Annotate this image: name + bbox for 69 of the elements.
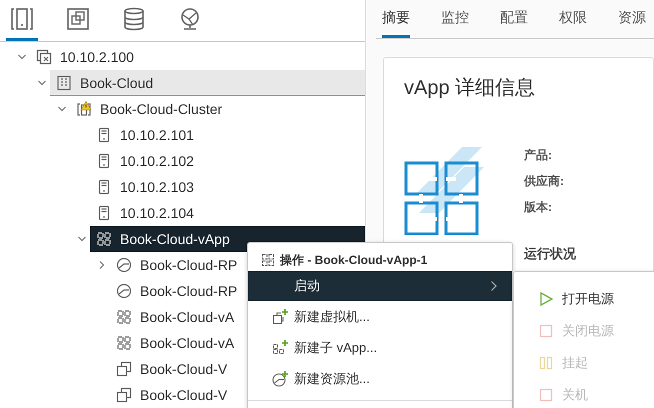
node-label: Book-Cloud-RP (140, 283, 238, 299)
vapp-icon (116, 309, 132, 325)
tree-node[interactable]: Book-Cloud (50, 70, 365, 96)
tab[interactable]: 配置 (500, 9, 528, 38)
menu-item[interactable]: 新建子 vApp... (248, 332, 512, 363)
chevron-icon[interactable] (77, 234, 87, 244)
tree-node[interactable]: 10.10.2.100 (30, 44, 365, 70)
tab[interactable]: 摘要 (382, 9, 410, 38)
node-label: Book-Cloud-vA (140, 309, 234, 325)
chevron-icon[interactable] (97, 260, 107, 270)
server-icon (96, 153, 112, 169)
menu-title: 操作 - Book-Cloud-vApp-1 (280, 252, 428, 268)
vapp-icon (116, 335, 132, 351)
node-label: Book-Cloud-RP (140, 257, 238, 273)
server-icon (96, 127, 112, 143)
storage-icon (122, 7, 146, 31)
tree-node[interactable]: 10.10.2.103 (90, 174, 365, 200)
stop-icon (538, 387, 554, 403)
node-label: Book-Cloud-Cluster (100, 101, 222, 117)
menu-item[interactable]: 启动 (248, 271, 512, 301)
field-label: 版本: (524, 199, 553, 216)
new-vapp-icon (272, 340, 288, 356)
node-label: 10.10.2.104 (120, 205, 194, 221)
new-vm-icon (272, 308, 288, 324)
chevron-icon[interactable] (37, 78, 47, 88)
menu-item[interactable]: 打开电源 (514, 283, 654, 315)
gauge-icon (116, 283, 132, 299)
new-pool-icon (272, 370, 288, 386)
server-icon (96, 205, 112, 221)
stop-icon (538, 323, 554, 339)
node-label: 10.10.2.103 (120, 179, 194, 195)
pause-icon (538, 355, 554, 371)
chevron-icon (490, 280, 498, 292)
section-heading: 运行状况 (524, 245, 576, 263)
node-label: Book-Cloud-vA (140, 335, 234, 351)
hosts-icon (10, 7, 34, 31)
node-label: Book-Cloud-V (140, 361, 228, 377)
vms-icon (66, 7, 90, 31)
card-title: vApp 详细信息 (404, 76, 536, 101)
tab[interactable]: 资源 (618, 9, 646, 38)
tree-node[interactable]: Book-Cloud-Cluster (70, 96, 365, 122)
field-label: 产品: (524, 147, 553, 164)
node-label: Book-Cloud-V (140, 387, 228, 403)
node-label: Book-Cloud (80, 74, 154, 90)
vm-icon (116, 361, 132, 377)
building-icon (56, 74, 72, 90)
tree-node[interactable]: 10.10.2.102 (90, 148, 365, 174)
server-manager-icon (36, 49, 52, 65)
gauge-icon (116, 257, 132, 273)
node-label: Book-Cloud-vApp (120, 231, 230, 247)
tab[interactable]: 监控 (441, 9, 469, 38)
vapp-icon (96, 231, 112, 247)
field-label: 供应商: (524, 173, 565, 190)
server-icon (96, 179, 112, 195)
play-icon (538, 291, 554, 307)
node-label: 10.10.2.100 (60, 49, 134, 65)
menu-item[interactable]: 新建资源池... (248, 363, 512, 394)
node-label: 10.10.2.102 (120, 153, 194, 169)
tree-node[interactable]: 10.10.2.104 (90, 200, 365, 226)
menu-item[interactable]: 新建虚拟机... (248, 301, 512, 332)
node-label: 10.10.2.101 (120, 127, 194, 143)
chevron-icon[interactable] (17, 52, 27, 62)
vapp-icon (261, 253, 275, 267)
chevron-icon[interactable] (57, 104, 67, 114)
network-icon (178, 7, 202, 31)
tree-node[interactable]: 10.10.2.101 (90, 122, 365, 148)
vm-icon (116, 387, 132, 403)
cluster-warning-icon (76, 101, 92, 117)
tab[interactable]: 权限 (559, 9, 587, 38)
